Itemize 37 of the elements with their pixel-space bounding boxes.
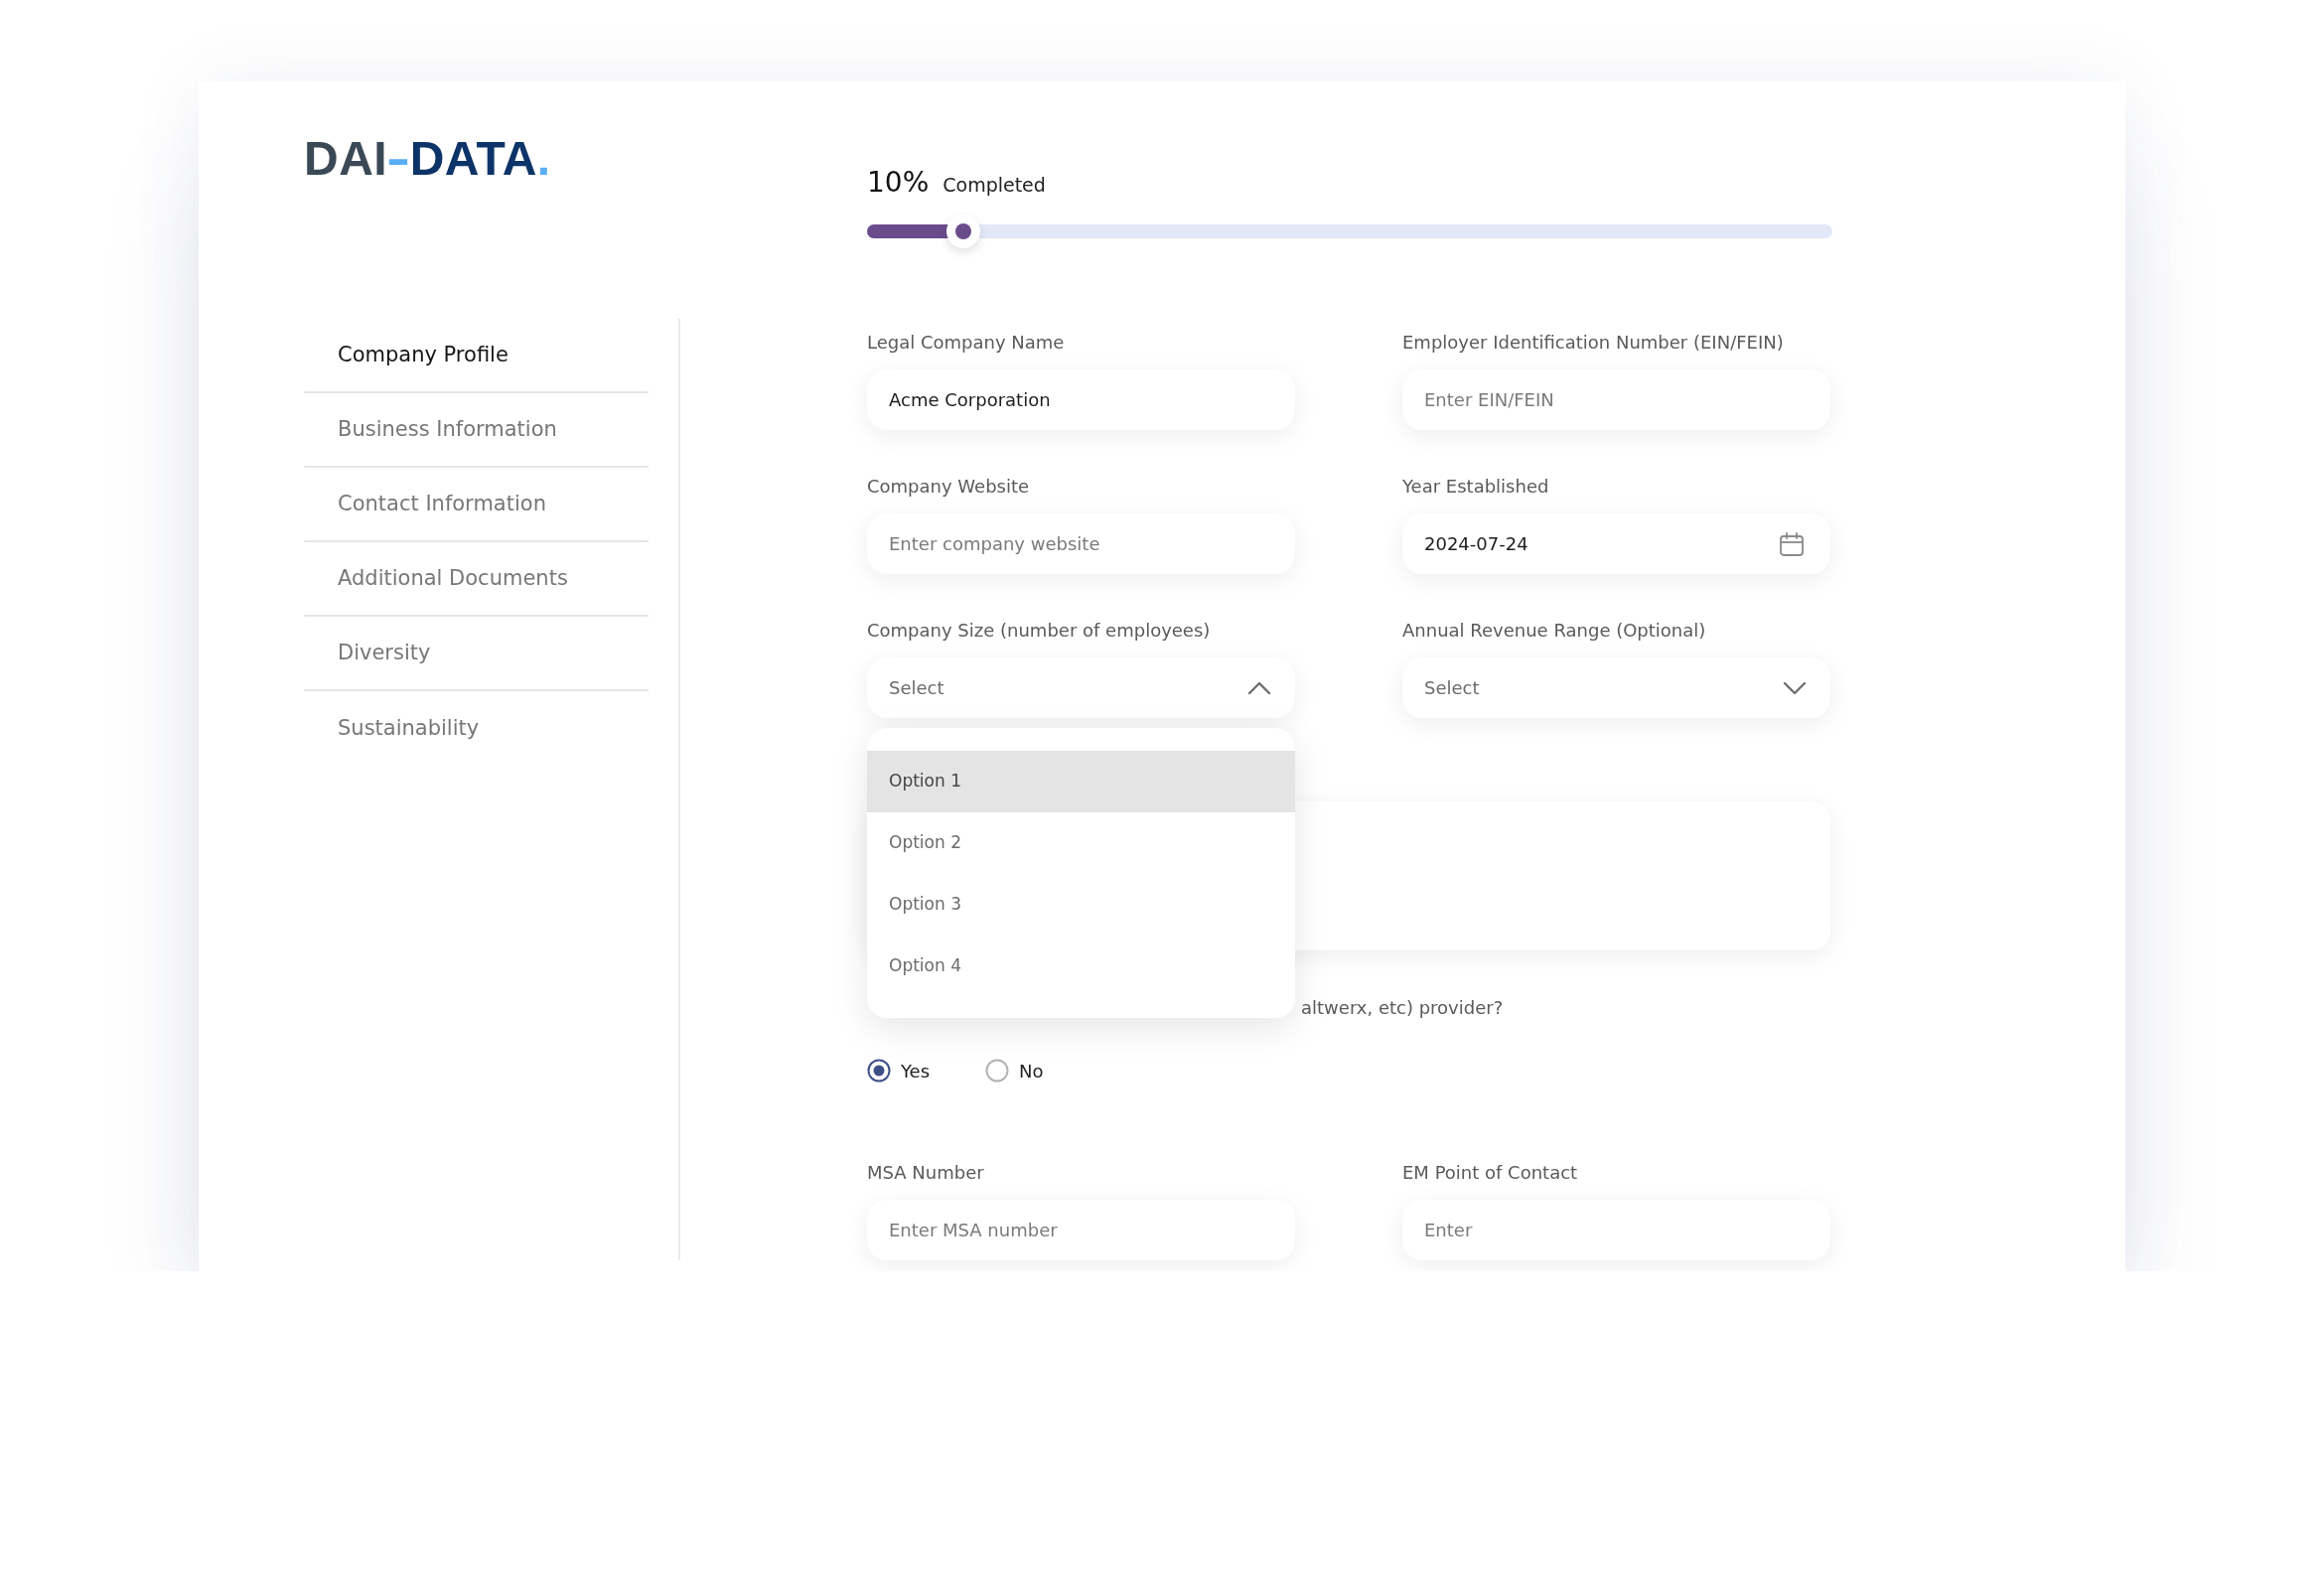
select-field[interactable]: Select <box>867 657 1295 718</box>
radio-label[interactable]: No <box>1019 1057 1044 1084</box>
field-label: Legal Company Name <box>867 332 1065 354</box>
sidebar-nav-item[interactable]: Contact Information <box>304 468 649 542</box>
sidebar-nav-item[interactable]: Company Profile <box>304 319 649 393</box>
calendar-icon[interactable] <box>1780 531 1804 556</box>
field-label: Year Established <box>1402 476 1549 498</box>
field-label: Company Size (number of employees) <box>867 620 1211 642</box>
field-label: Employer Identification Number (EIN/FEIN) <box>1402 332 1784 354</box>
sidebar-nav-item[interactable]: Sustainability <box>304 691 649 766</box>
field-label: Annual Revenue Range (Optional) <box>1402 620 1706 642</box>
field-label: EM Point of Contact <box>1402 1162 1578 1184</box>
radio-button[interactable] <box>867 1059 891 1083</box>
dropdown-option[interactable]: Option 2 <box>867 812 1295 874</box>
dropdown-option[interactable]: Option 4 <box>867 936 1295 997</box>
select-field[interactable]: Select <box>1402 657 1830 718</box>
sidebar-nav-item[interactable]: Diversity <box>304 617 649 691</box>
field-label: MSA Number <box>867 1162 984 1184</box>
date-field[interactable]: 2024-07-24 <box>1402 513 1830 574</box>
text-field[interactable]: Enter MSA number <box>867 1200 1295 1260</box>
text-field[interactable]: Acme Corporation <box>867 369 1295 430</box>
progress-caption: Completed <box>943 173 1046 197</box>
field-label: Company Website <box>867 476 1030 498</box>
radio-button[interactable] <box>985 1059 1010 1083</box>
dropdown-option[interactable]: Option 1 <box>867 751 1295 812</box>
radio-label[interactable]: Yes <box>901 1057 931 1084</box>
sidebar-nav-item[interactable]: Business Information <box>304 393 649 468</box>
chevron-down-icon <box>1783 680 1807 695</box>
question-text: altwerx, etc) provider? <box>1301 996 1504 1020</box>
text-field[interactable]: Enter EIN/FEIN <box>1402 369 1830 430</box>
text-field[interactable]: Enter <box>1402 1200 1830 1260</box>
dropdown-option[interactable]: Option 3 <box>867 874 1295 936</box>
sidebar-nav-item[interactable]: Additional Documents <box>304 542 649 617</box>
progress-percent: 10% <box>867 165 930 201</box>
chevron-up-icon <box>1247 680 1271 695</box>
text-field[interactable]: Enter company website <box>867 513 1295 574</box>
logo: DAI-DATA. <box>304 135 551 183</box>
